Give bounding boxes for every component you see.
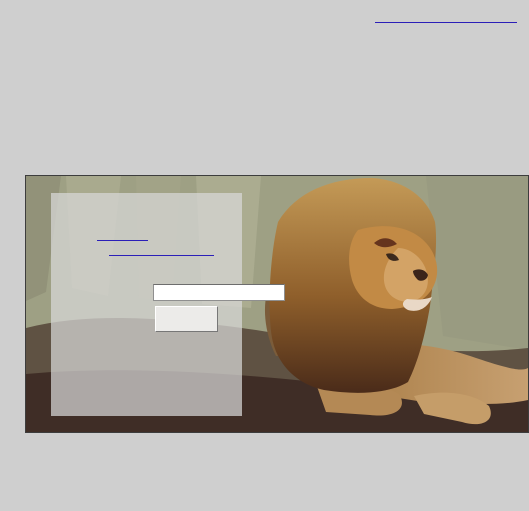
panel-input[interactable] (153, 284, 285, 301)
panel-submit-button[interactable] (155, 306, 218, 332)
panel-link-2[interactable] (109, 243, 214, 256)
lion-photo-container (25, 175, 529, 433)
login-panel (51, 193, 285, 416)
panel-link-1[interactable] (97, 228, 148, 241)
top-link[interactable] (375, 8, 517, 23)
